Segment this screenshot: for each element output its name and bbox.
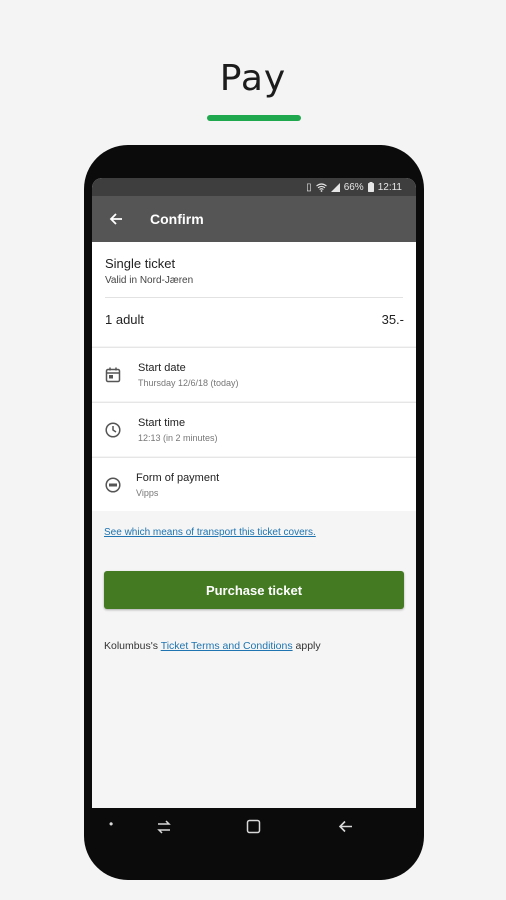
home-icon[interactable] [246, 819, 261, 834]
divider [105, 297, 403, 298]
phone-screen: ▯ 66% 12:11 Confirm Single ticket Valid … [92, 178, 416, 808]
transport-coverage-link[interactable]: See which means of transport this ticket… [104, 527, 316, 538]
battery-icon [367, 182, 374, 192]
payment-icon [104, 476, 122, 494]
purchase-ticket-button[interactable]: Purchase ticket [104, 571, 404, 609]
passenger-count: 1 adult [105, 312, 145, 327]
clock-time: 12:11 [377, 181, 402, 193]
page-title: Pay [219, 58, 287, 99]
app-bar: Confirm [92, 196, 416, 242]
battery-percent: 66% [343, 181, 364, 193]
payment-label: Form of payment [136, 472, 220, 484]
dot-icon: • [109, 817, 114, 831]
signal-icon [330, 182, 340, 192]
start-time-value: 12:13 (in 2 minutes) [138, 433, 218, 443]
terms-suffix: apply [292, 640, 321, 652]
appbar-title: Confirm [150, 211, 204, 227]
arrow-left-icon [109, 213, 122, 225]
vibrate-icon: ▯ [306, 181, 312, 193]
ticket-price: 35.- [381, 312, 404, 327]
title-underline [207, 115, 301, 121]
recent-apps-icon[interactable] [156, 820, 172, 834]
ticket-zone: Valid in Nord-Jæren [105, 275, 194, 286]
start-date-row[interactable]: Start date Thursday 12/6/18 (today) [92, 347, 416, 401]
payment-value: Vipps [136, 488, 159, 498]
start-time-row[interactable]: Start time 12:13 (in 2 minutes) [92, 402, 416, 456]
terms-prefix: Kolumbus's [104, 640, 161, 652]
back-button[interactable] [94, 196, 138, 242]
system-nav-bar: • [92, 808, 416, 846]
ticket-name: Single ticket [105, 256, 176, 271]
payment-row[interactable]: Form of payment Vipps [92, 457, 416, 511]
start-date-value: Thursday 12/6/18 (today) [138, 378, 239, 388]
status-bar: ▯ 66% 12:11 [92, 178, 416, 196]
terms-link[interactable]: Ticket Terms and Conditions [161, 640, 293, 652]
clock-icon [104, 421, 122, 439]
start-date-label: Start date [138, 362, 186, 374]
ticket-summary: Single ticket Valid in Nord-Jæren 1 adul… [92, 242, 416, 346]
terms-text: Kolumbus's Ticket Terms and Conditions a… [104, 640, 321, 652]
wifi-icon [315, 182, 327, 192]
calendar-icon [104, 366, 122, 384]
back-icon[interactable] [338, 819, 353, 834]
start-time-label: Start time [138, 417, 186, 429]
